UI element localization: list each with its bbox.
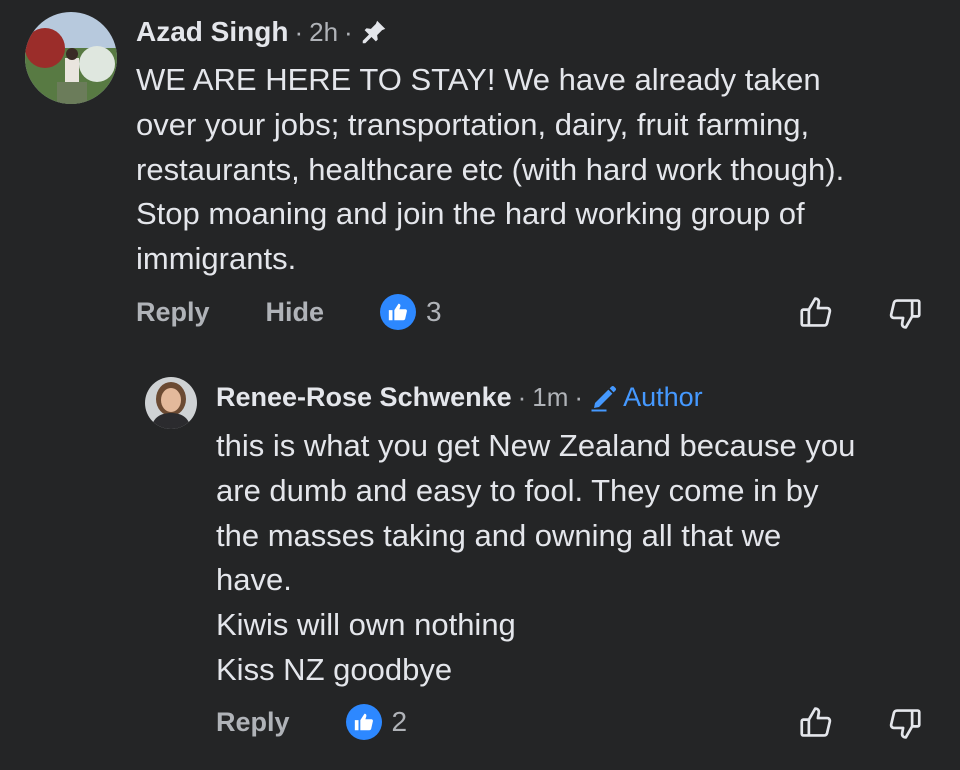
like-count[interactable]: 3 bbox=[426, 296, 442, 328]
thumbs-up-icon[interactable] bbox=[797, 703, 835, 746]
avatar-photo bbox=[25, 12, 117, 104]
like-badge-icon[interactable] bbox=[380, 294, 417, 330]
timestamp[interactable]: 1m bbox=[532, 382, 568, 413]
reply-actions: Reply 2 bbox=[216, 704, 407, 740]
thumbs-down-icon[interactable] bbox=[886, 705, 924, 748]
thumbs-down-icon[interactable] bbox=[886, 295, 924, 338]
reply-body: this is what you get New Zealand because… bbox=[216, 428, 856, 687]
author-name[interactable]: Renee-Rose Schwenke bbox=[216, 382, 512, 413]
comment-actions: Reply Hide 3 bbox=[136, 294, 442, 330]
reply-button[interactable]: Reply bbox=[216, 707, 290, 738]
dot-separator: · bbox=[517, 382, 527, 412]
like-badge-icon[interactable] bbox=[345, 704, 382, 740]
author-name[interactable]: Azad Singh bbox=[136, 16, 288, 48]
dot-separator: · bbox=[574, 382, 584, 412]
dot-separator: · bbox=[344, 16, 353, 47]
author-badge: Author bbox=[623, 382, 703, 412]
comment-body: WE ARE HERE TO STAY! We have already tak… bbox=[136, 62, 845, 277]
pin-icon bbox=[359, 17, 389, 47]
reply-button[interactable]: Reply bbox=[136, 297, 210, 328]
avatar[interactable] bbox=[25, 12, 117, 104]
avatar[interactable] bbox=[145, 377, 197, 429]
comment-header: Azad Singh · 2h · bbox=[136, 16, 389, 48]
hide-button[interactable]: Hide bbox=[266, 297, 325, 328]
thumbs-up-icon[interactable] bbox=[797, 293, 835, 336]
reply-header: Renee-Rose Schwenke · 1m · Author bbox=[216, 382, 703, 413]
dot-separator: · bbox=[294, 16, 304, 47]
pencil-icon bbox=[589, 383, 619, 413]
like-count[interactable]: 2 bbox=[392, 706, 408, 738]
avatar-photo bbox=[145, 377, 197, 429]
timestamp[interactable]: 2h bbox=[309, 17, 338, 48]
